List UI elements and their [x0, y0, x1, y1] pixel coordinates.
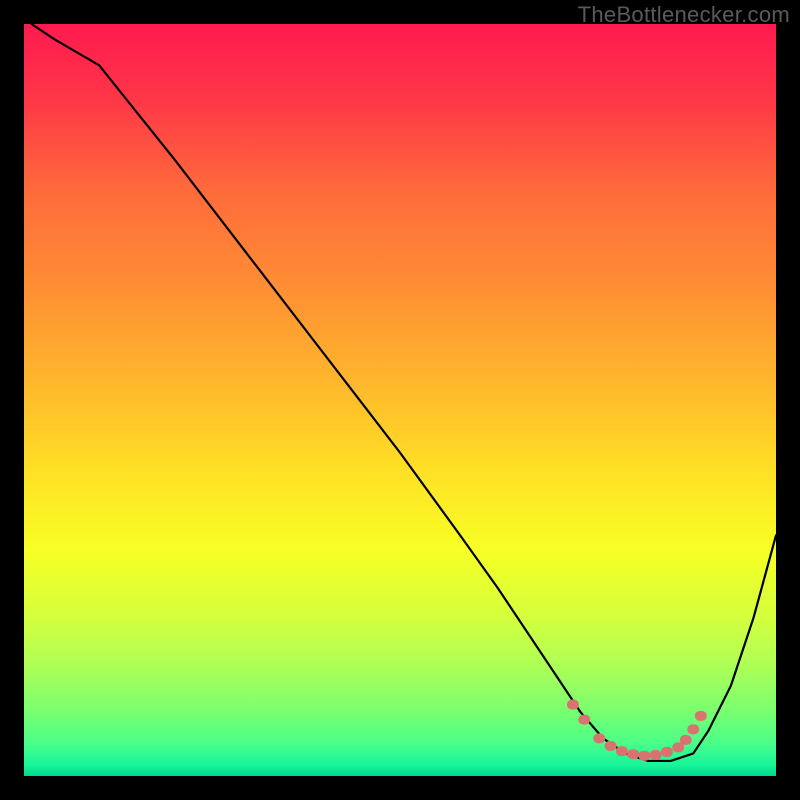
highlight-marker — [650, 750, 662, 760]
highlight-marker — [605, 741, 617, 751]
highlight-marker — [578, 715, 590, 725]
highlight-marker — [567, 700, 579, 710]
highlight-marker — [593, 733, 605, 743]
chart-svg — [24, 24, 776, 776]
chart-plot-area — [24, 24, 776, 776]
highlight-marker — [638, 751, 650, 761]
highlight-marker — [687, 724, 699, 734]
gradient-bg — [24, 24, 776, 776]
highlight-marker — [627, 749, 639, 759]
highlight-marker — [680, 735, 692, 745]
highlight-marker — [661, 747, 673, 757]
highlight-marker — [695, 711, 707, 721]
highlight-marker — [616, 746, 628, 756]
